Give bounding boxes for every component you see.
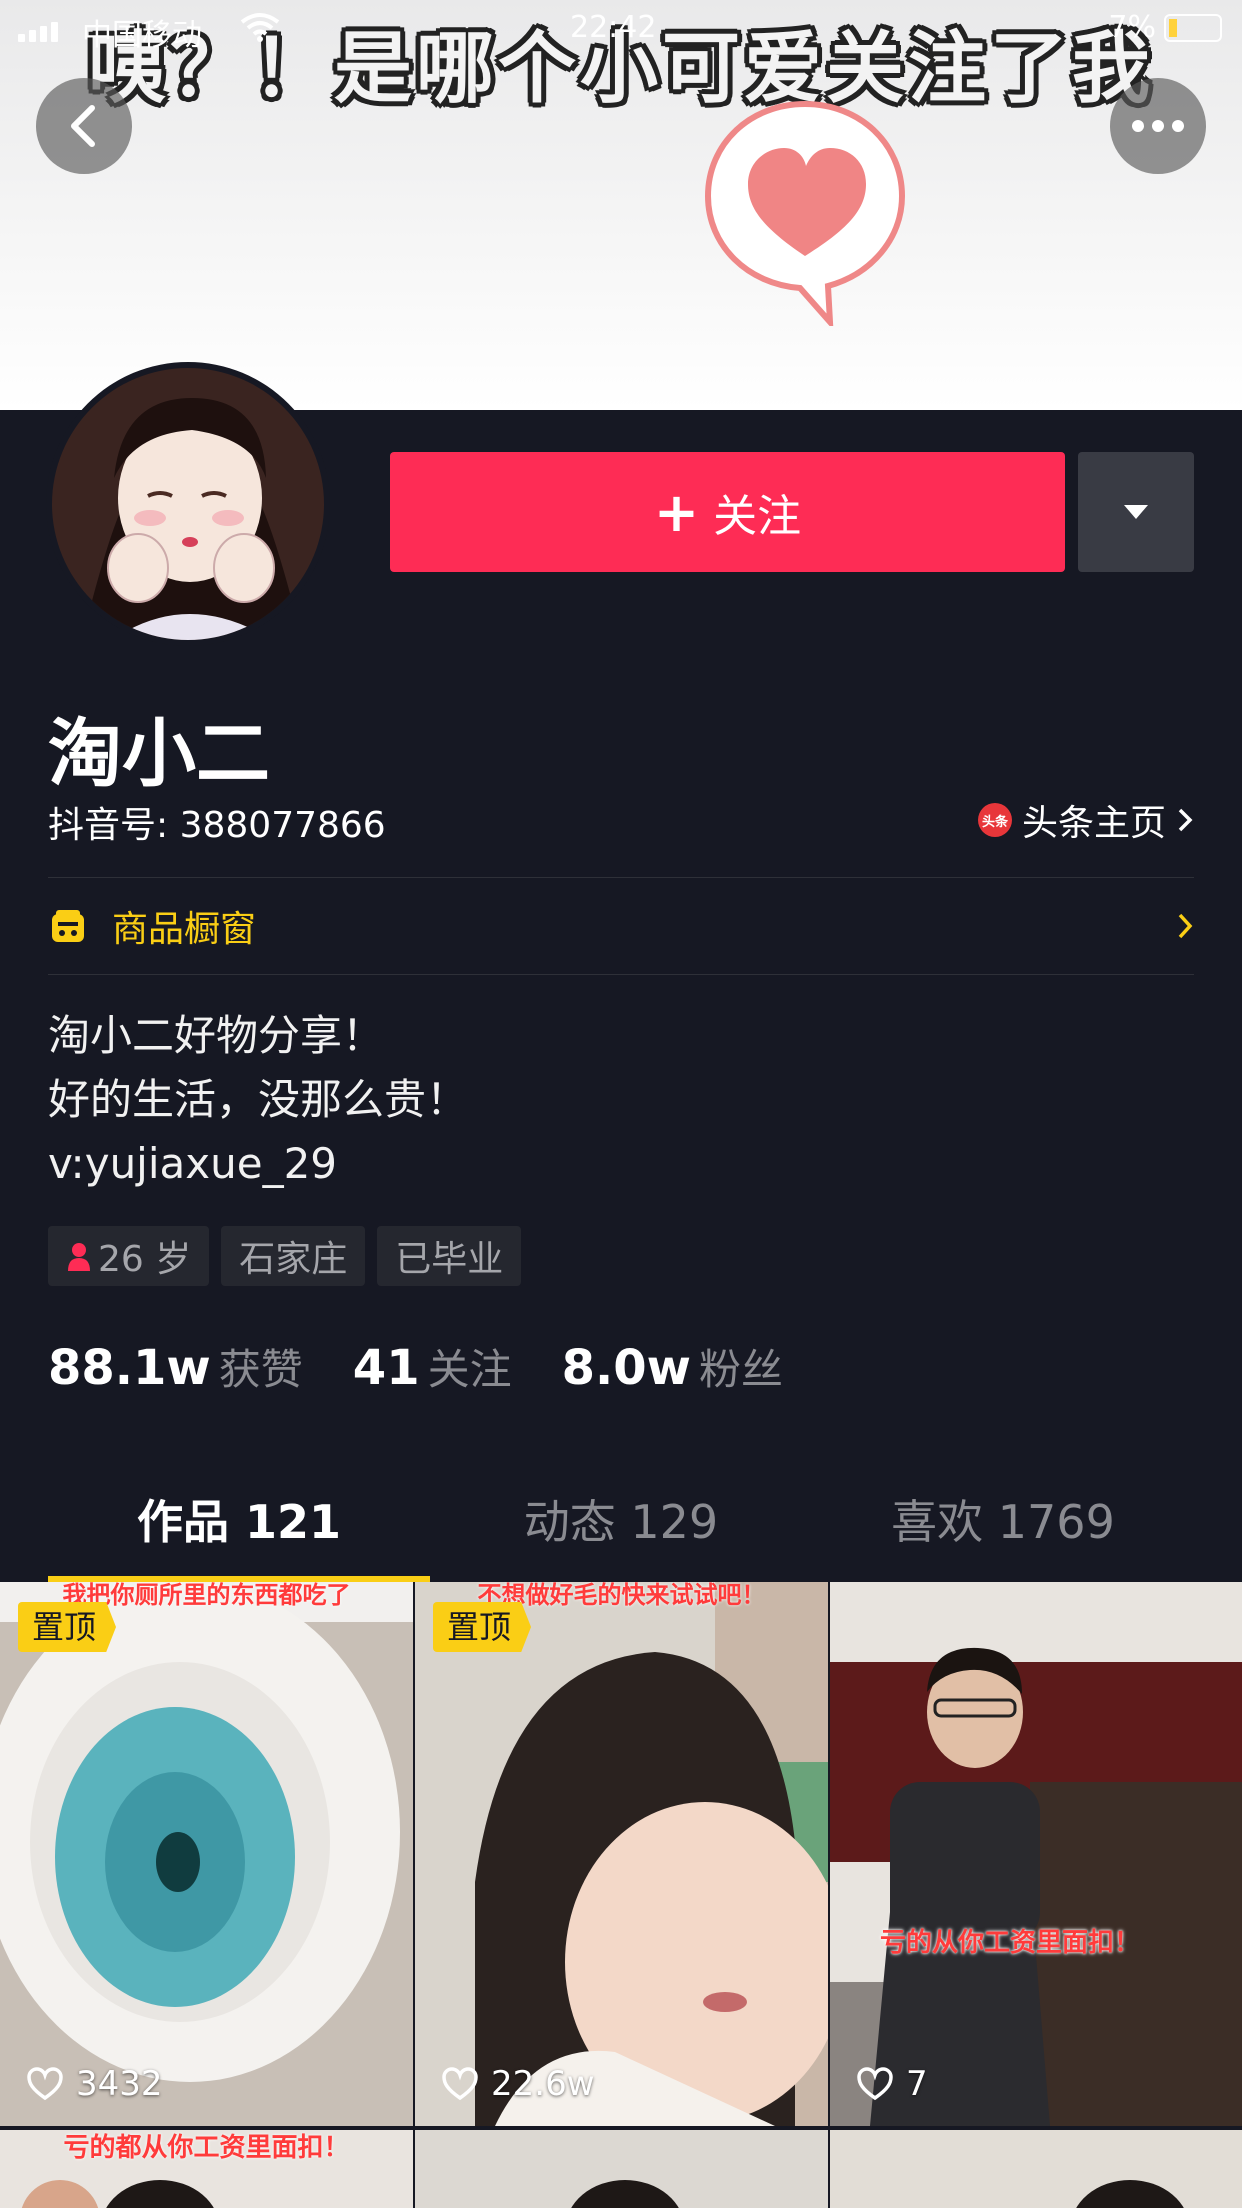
- video-caption: 亏的从你工资里面扣！: [880, 1928, 1141, 1958]
- video-cover-image: [415, 1582, 828, 2126]
- video-cover-image: [1076, 2180, 1184, 2208]
- plus-icon: +: [653, 480, 700, 544]
- followers-stat[interactable]: 8.0w 粉丝: [562, 1336, 783, 1397]
- more-button[interactable]: [1110, 78, 1206, 174]
- bio-line: v:yujiaxue_29: [48, 1139, 338, 1188]
- back-button[interactable]: [36, 78, 132, 174]
- douyin-id: 抖音号: 388077866: [48, 805, 386, 846]
- chevron-right-icon: [1178, 808, 1193, 832]
- profile-tags: 26 岁 石家庄 已毕业: [48, 1226, 522, 1286]
- stat-label: 粉丝: [698, 1345, 783, 1394]
- education-tag: 已毕业: [377, 1226, 522, 1286]
- location-tag: 石家庄: [221, 1226, 366, 1286]
- content-tabs: 作品 121 动态 129 喜欢 1769: [48, 1462, 1194, 1582]
- pinned-badge: 置顶: [433, 1602, 532, 1652]
- video-likes: 3432: [26, 2064, 163, 2104]
- status-right: 7%: [1108, 10, 1222, 45]
- video-cover-image: [0, 1582, 413, 2126]
- following-stat[interactable]: 41 关注: [353, 1336, 512, 1397]
- video-likes: 7: [856, 2064, 928, 2104]
- tab-likes[interactable]: 喜欢 1769: [812, 1462, 1194, 1582]
- heart-outline-icon: [442, 2067, 478, 2101]
- toutiao-label: 头条主页: [1021, 803, 1166, 844]
- video-thumbnail[interactable]: [415, 2130, 828, 2208]
- chevron-left-icon: [71, 105, 95, 147]
- stat-value: 8.0w: [561, 1340, 691, 1396]
- avatar[interactable]: [46, 362, 330, 646]
- video-likes: 22.6w: [441, 2064, 595, 2104]
- chevron-right-icon: [1178, 913, 1193, 939]
- carrier-name: 中国移动: [82, 18, 202, 53]
- video-thumbnail[interactable]: 亏的从你工资里面扣！ 7: [830, 1582, 1242, 2126]
- stat-value: 41: [352, 1340, 420, 1396]
- status-bar: 中国移动 22:42 7%: [0, 0, 1242, 60]
- video-thumbnail[interactable]: 不想做好毛的快来试试吧！ 置顶 22.6w: [415, 1582, 828, 2126]
- video-thumbnail[interactable]: 亏的都从你工资里面扣！: [0, 2130, 413, 2208]
- signal-icon: [18, 22, 58, 42]
- toutiao-logo-icon: 头条: [977, 803, 1012, 837]
- shop-window-label: 商品橱窗: [112, 909, 257, 950]
- female-icon: [68, 1243, 90, 1271]
- video-thumbnail[interactable]: [830, 2130, 1242, 2208]
- bio-line: 淘小二好物分享！: [48, 1011, 385, 1060]
- age-label: 26 岁: [98, 1239, 192, 1280]
- heart-bubble-icon: [704, 100, 906, 326]
- stat-value: 88.1w: [48, 1340, 211, 1396]
- heart-outline-icon: [27, 2067, 63, 2101]
- likes-count: 22.6w: [491, 2064, 595, 2104]
- age-tag: 26 岁: [48, 1226, 210, 1286]
- likes-count: 3432: [76, 2064, 163, 2104]
- location-label: 石家庄: [239, 1239, 348, 1280]
- recommend-dropdown-button[interactable]: [1078, 452, 1194, 572]
- follow-label: 关注: [713, 491, 802, 542]
- battery-icon: [1164, 13, 1222, 42]
- tab-works[interactable]: 作品 121: [48, 1462, 430, 1582]
- follow-button[interactable]: + 关注: [390, 452, 1065, 572]
- stat-label: 关注: [427, 1345, 512, 1394]
- profile-banner: 咦？！是哪个小可爱关注了我: [0, 0, 1242, 410]
- video-cover-image: [571, 2180, 679, 2208]
- bio: 淘小二好物分享！ 好的生活，没那么贵！ v:yujiaxue_29: [48, 1004, 468, 1196]
- heart-outline-icon: [857, 2067, 893, 2101]
- likes-count: 7: [906, 2064, 928, 2104]
- bio-line: 好的生活，没那么贵！: [48, 1075, 469, 1124]
- tab-moments[interactable]: 动态 129: [430, 1462, 812, 1582]
- battery-percent: 7%: [1108, 10, 1156, 45]
- video-thumbnail[interactable]: 我把你厕所里的东西都吃了 置顶 3432: [0, 1582, 413, 2126]
- avatar-image: [52, 368, 324, 640]
- triangle-down-icon: [1124, 505, 1148, 519]
- status-time: 22:42: [570, 10, 657, 45]
- stat-label: 获赞: [218, 1345, 303, 1394]
- more-dots-icon: [1132, 120, 1184, 132]
- likes-stat: 88.1w 获赞: [48, 1336, 303, 1397]
- video-cover-image: [21, 2180, 214, 2208]
- pinned-badge: 置顶: [18, 1602, 117, 1652]
- shop-window-row[interactable]: 商品橱窗: [48, 878, 1194, 974]
- nickname: 淘小二: [48, 711, 270, 797]
- video-grid: 我把你厕所里的东西都吃了 置顶 3432 不想做好毛的快来试试吧！ 置顶 22.…: [0, 1582, 1242, 2208]
- education-label: 已毕业: [395, 1239, 504, 1280]
- wifi-icon: [240, 13, 280, 42]
- video-cover-image: [830, 1582, 1242, 2126]
- profile-stats: 88.1w 获赞 41 关注 8.0w 粉丝: [48, 1336, 833, 1397]
- shop-icon: [52, 910, 84, 942]
- divider: [48, 974, 1194, 975]
- toutiao-homepage-link[interactable]: 头条 头条主页: [977, 794, 1194, 846]
